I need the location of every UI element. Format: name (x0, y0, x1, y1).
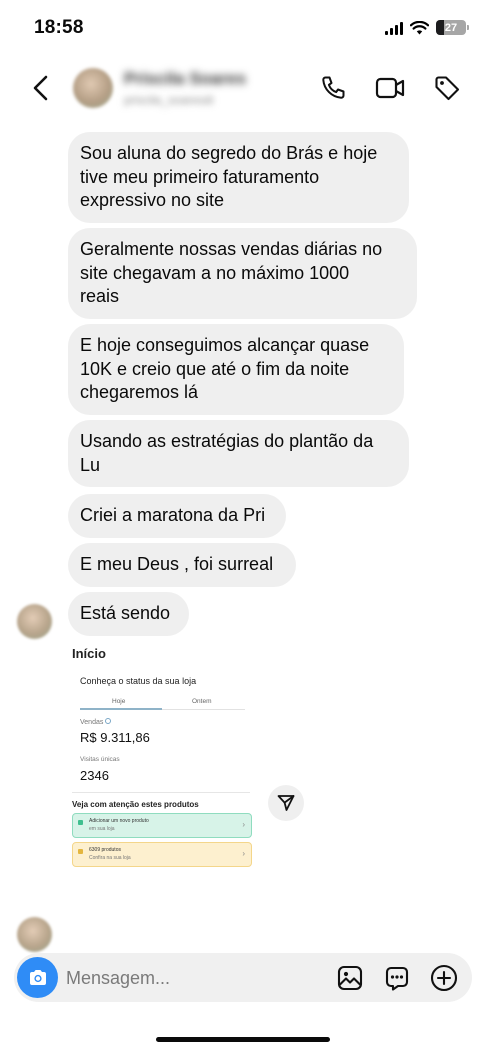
store-status-title: Conheça o status da sua loja (80, 676, 197, 686)
visits-label: Visitas únicas (80, 756, 120, 763)
card2-line2: Confira na sua loja (89, 855, 131, 861)
tag-button[interactable] (429, 70, 465, 106)
sender-avatar (17, 604, 52, 639)
sticker-icon (385, 966, 409, 991)
message-input[interactable] (66, 965, 316, 991)
store-status-card: Conheça o status da sua loja Hoje Ontem … (68, 664, 250, 794)
box-icon (78, 849, 83, 854)
battery-level (436, 20, 445, 35)
message-composer (14, 953, 472, 1002)
status-icons: 27 (385, 20, 469, 35)
contact-avatar[interactable] (73, 68, 113, 108)
share-button[interactable] (268, 785, 304, 821)
battery-icon: 27 (436, 20, 469, 35)
phone-icon (322, 76, 345, 99)
message-bubble[interactable]: Sou aluna do segredo do Brás e hoje tive… (68, 132, 409, 223)
contact-name[interactable]: Priscila Soares (124, 69, 246, 89)
tab-yesterday: Ontem (192, 698, 212, 705)
message-bubble[interactable]: Está sendo (68, 592, 189, 636)
divider (72, 792, 250, 793)
battery-percent: 27 (444, 21, 458, 34)
products-count-card: 6309 produtos Confira na sua loja › (72, 842, 252, 867)
wifi-icon (410, 20, 429, 34)
visits-value: 2346 (80, 768, 109, 783)
signal-icon (385, 21, 403, 35)
camera-icon (29, 969, 46, 985)
info-icon (105, 718, 112, 724)
tab-active-indicator (80, 708, 162, 710)
video-call-button[interactable] (372, 70, 408, 106)
add-product-card: Adicionar um novo produto em sua loja › (72, 813, 252, 838)
more-button[interactable] (428, 962, 460, 994)
sales-label-text: Vendas (80, 719, 104, 726)
sales-label: Vendas (80, 718, 112, 726)
back-button[interactable] (24, 70, 60, 106)
message-bubble[interactable]: E hoje conseguimos alcançar quase 10K e … (68, 324, 404, 415)
tag-icon (435, 76, 460, 101)
home-indicator (156, 1037, 330, 1042)
chevron-right-icon: › (242, 849, 245, 858)
gallery-button[interactable] (334, 962, 366, 994)
card2-line1: 6309 produtos (89, 847, 121, 853)
sticker-button[interactable] (381, 962, 413, 994)
seen-avatar (17, 917, 52, 952)
tab-today: Hoje (112, 698, 126, 705)
sales-value: R$ 9.311,86 (80, 730, 150, 745)
back-icon (33, 75, 48, 101)
send-icon (277, 795, 295, 811)
message-bubble[interactable]: E meu Deus , foi surreal (68, 543, 296, 587)
card1-line1: Adicionar um novo produto (89, 818, 149, 824)
call-button[interactable] (315, 70, 351, 106)
status-bar: 18:58 27 (0, 0, 486, 56)
card1-line2: em sua loja (89, 826, 115, 832)
status-time: 18:58 (34, 17, 84, 38)
message-bubble[interactable]: Usando as estratégias do plantão da Lu (68, 420, 409, 487)
gallery-icon (337, 965, 363, 991)
video-icon (375, 77, 405, 99)
shared-image[interactable]: Início Conheça o status da sua loja Hoje… (68, 644, 254, 868)
shared-image-heading: Início (72, 646, 106, 661)
contact-username[interactable]: priscila_soaresdi (124, 93, 213, 107)
camera-button[interactable] (17, 957, 58, 998)
chevron-right-icon: › (242, 820, 245, 829)
products-heading: Veja com atenção estes produtos (72, 800, 199, 809)
message-bubble[interactable]: Geralmente nossas vendas diárias no site… (68, 228, 417, 319)
chat-header: Priscila Soares priscila_soaresdi (0, 56, 486, 122)
plus-icon (430, 964, 458, 992)
product-icon (78, 820, 83, 825)
message-bubble[interactable]: Criei a maratona da Pri (68, 494, 286, 538)
